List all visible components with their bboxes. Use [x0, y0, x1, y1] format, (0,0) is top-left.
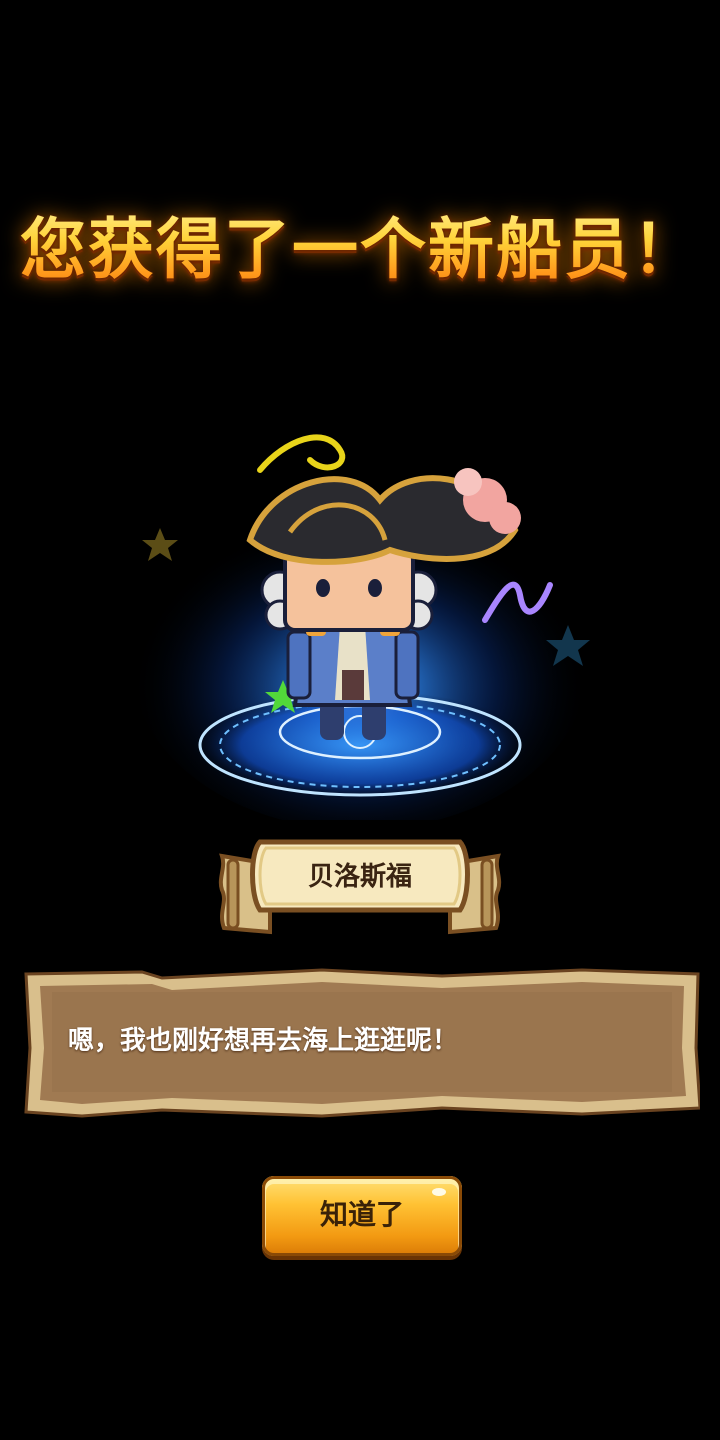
crew-name-banner: 贝洛斯福 — [214, 832, 506, 942]
character-stage — [120, 420, 600, 820]
tricorn-hat-icon — [246, 468, 521, 565]
star-icon — [142, 528, 178, 561]
confirm-button-label: 知道了 — [319, 1198, 404, 1231]
dialog-text: 嗯，我也刚好想再去海上逛逛呢！ — [68, 1026, 459, 1056]
popup-title: 您获得了一个新船员！ — [0, 196, 720, 292]
confirm-button[interactable]: 知道了 — [262, 1176, 462, 1256]
new-crew-popup: 您获得了一个新船员！ 贝洛斯福 嗯，我也刚好想再去海上逛逛呢！ 知道了 — [0, 0, 720, 1440]
crew-name: 贝洛斯福 — [307, 862, 412, 892]
dialog-box: 嗯，我也刚好想再去海上逛逛呢！ — [22, 968, 700, 1118]
character-illustration — [130, 434, 590, 820]
